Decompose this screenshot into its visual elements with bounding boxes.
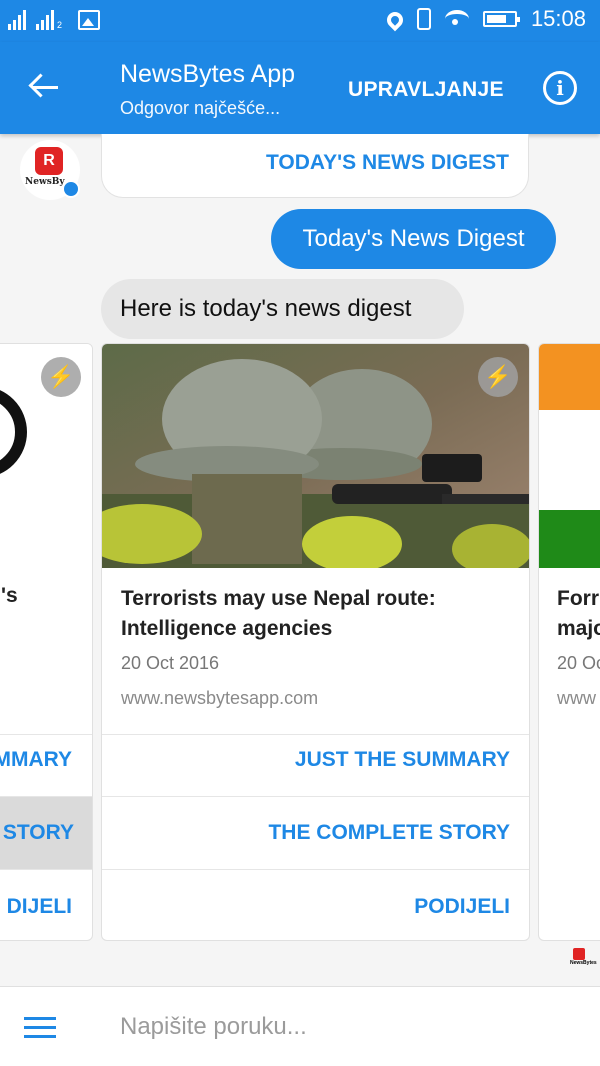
- carousel-card-main[interactable]: ⚡ Terrorists may use Nepal route: Intell…: [101, 343, 530, 941]
- gallery-icon: [78, 10, 101, 30]
- divider: [102, 734, 529, 735]
- instant-article-icon: ⚡: [41, 357, 81, 397]
- clock: 15:08: [530, 6, 586, 31]
- back-arrow-icon[interactable]: [28, 72, 64, 104]
- manage-button[interactable]: UPRAVLJANJE: [348, 78, 504, 102]
- previous-message-card: TODAY'S NEWS DIGEST: [101, 134, 529, 198]
- summary-button[interactable]: MMARY: [0, 748, 72, 772]
- just-the-summary-button[interactable]: JUST THE SUMMARY: [295, 748, 510, 772]
- menu-icon[interactable]: [24, 1017, 56, 1039]
- divider: [0, 869, 92, 870]
- carousel-card-right[interactable]: Forrmajo 20 Oc www: [538, 343, 600, 941]
- messenger-badge-icon: [62, 180, 80, 198]
- share-button[interactable]: DIJELI: [7, 895, 72, 919]
- card-title: Forrmajo: [557, 587, 600, 640]
- page-subtitle: Odgovor najčešće...: [120, 98, 281, 118]
- complete-story-button[interactable]: THE COMPLETE STORY: [268, 821, 510, 845]
- outgoing-message: Today's News Digest: [271, 209, 556, 269]
- newsbytes-logo-icon: R: [35, 147, 63, 175]
- instant-article-icon: ⚡: [478, 357, 518, 397]
- card-title: 's: [1, 584, 18, 607]
- divider: [0, 734, 92, 735]
- status-bar: 2 15:08: [0, 0, 600, 42]
- wifi-icon: [444, 10, 469, 28]
- card-title: Terrorists may use Nepal route: Intellig…: [121, 587, 436, 640]
- divider: [102, 869, 529, 870]
- carousel-card-left[interactable]: ⚡ 's MMARY STORY DIJELI: [0, 343, 93, 941]
- read-receipt-avatar: NewsBytes: [570, 948, 597, 966]
- card-source: www: [557, 688, 596, 708]
- composer-bar: [0, 986, 600, 1066]
- avatar-brand: NewsBy: [25, 177, 65, 187]
- card-date: 20 Oct 2016: [121, 653, 220, 673]
- complete-story-button[interactable]: STORY: [0, 797, 92, 869]
- todays-news-digest-button[interactable]: TODAY'S NEWS DIGEST: [266, 151, 509, 175]
- card-image[interactable]: [102, 344, 529, 568]
- incoming-message: Here is today's news digest: [101, 279, 464, 339]
- battery-icon: [482, 11, 520, 27]
- info-icon[interactable]: i: [543, 71, 577, 105]
- divider: [102, 796, 529, 797]
- app-bar: NewsBytes App Odgovor najčešće... UPRAVL…: [0, 42, 600, 134]
- share-button[interactable]: PODIJELI: [414, 895, 510, 919]
- location-icon: [383, 8, 407, 32]
- message-input[interactable]: [120, 1007, 570, 1047]
- signal-icon: [8, 8, 26, 30]
- card-image: [539, 344, 600, 568]
- signal-icon: 2: [36, 8, 62, 30]
- vibrate-icon: [416, 8, 431, 30]
- card-source: www.newsbytesapp.com: [121, 688, 319, 708]
- card-date: 20 Oc: [557, 653, 600, 673]
- page-title: NewsBytes App: [120, 60, 296, 88]
